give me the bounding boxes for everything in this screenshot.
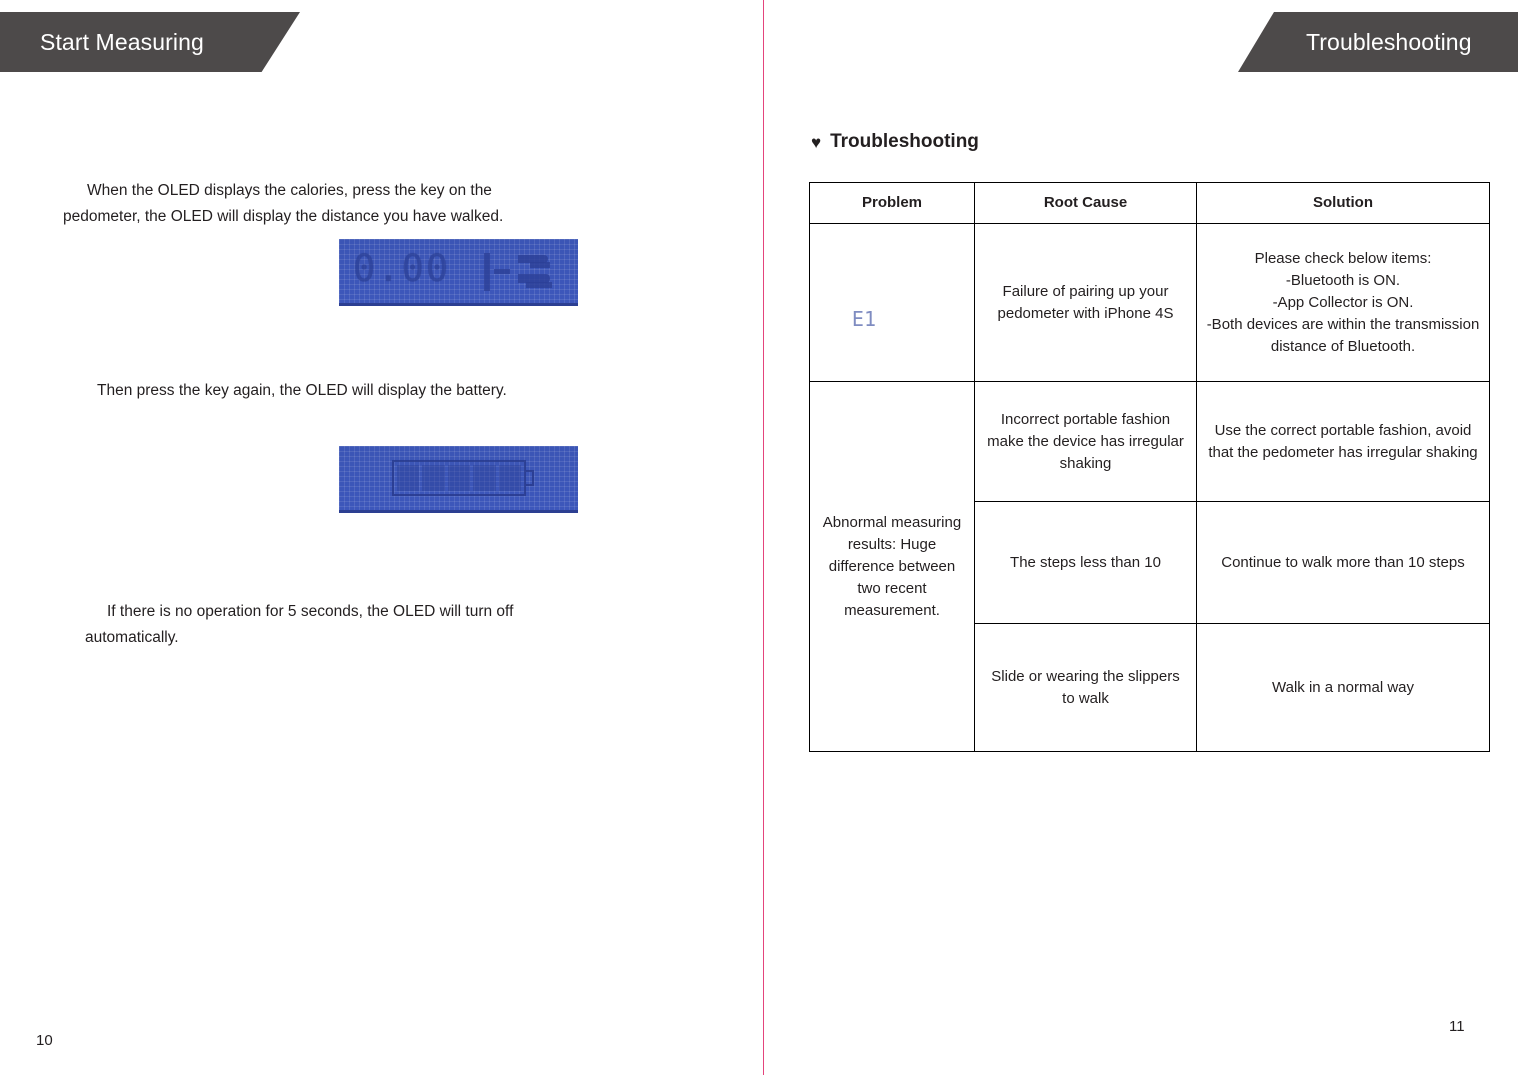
oled-distance-display: 0.00 (339, 239, 578, 306)
oled-battery-display (339, 446, 578, 513)
cell-problem-e1: E1 (809, 223, 975, 382)
page-number-left: 10 (36, 1032, 53, 1049)
troubleshooting-table: Problem Root Cause Solution E1 Failure o… (809, 182, 1490, 752)
heart-icon: ♥ (811, 132, 822, 152)
right-page-banner: Troubleshooting (1238, 12, 1518, 72)
section-heading-text: Troubleshooting (830, 131, 979, 152)
cell-cause-fashion: Incorrect portable fashion make the devi… (974, 381, 1197, 502)
manual-spread: Start Measuring When the OLED displays t… (0, 0, 1518, 1075)
right-page: Troubleshooting ♥ Troubleshooting Proble… (763, 0, 1518, 1075)
paragraph-battery-instruction: Then press the key again, the OLED will … (97, 381, 507, 399)
paragraph-auto-off: If there is no operation for 5 seconds, … (85, 602, 514, 646)
table-row: E1 Failure of pairing up your pedometer … (809, 223, 1490, 382)
column-header-problem: Problem (809, 182, 975, 224)
cell-cause-slippers: Slide or wearing the slippers to walk (974, 623, 1197, 752)
cell-cause-steps: The steps less than 10 (974, 501, 1197, 624)
section-heading-troubleshooting: ♥ Troubleshooting (811, 131, 979, 153)
cell-cause-pairing: Failure of pairing up your pedometer wit… (974, 223, 1197, 382)
paragraph-distance-instruction: When the OLED displays the calories, pre… (63, 181, 504, 225)
column-header-solution: Solution (1196, 182, 1490, 224)
left-page-banner: Start Measuring (0, 12, 300, 72)
cell-solution-steps: Continue to walk more than 10 steps (1196, 501, 1490, 624)
battery-icon (392, 460, 534, 496)
table-row: Abnormal measuring results: Huge differe… (809, 381, 1490, 752)
oled-distance-value: 0.00 (353, 247, 451, 290)
table-header-row: Problem Root Cause Solution (809, 182, 1490, 224)
cell-problem-abnormal: Abnormal measuring results: Huge differe… (809, 381, 975, 752)
left-page: Start Measuring When the OLED displays t… (0, 0, 763, 1075)
cell-solution-slippers: Walk in a normal way (1196, 623, 1490, 752)
right-banner-title: Troubleshooting (1306, 28, 1472, 55)
cell-solution-fashion: Use the correct portable fashion, avoid … (1196, 381, 1490, 502)
column-header-root-cause: Root Cause (974, 182, 1197, 224)
left-banner-title: Start Measuring (40, 28, 204, 55)
cell-solution-pairing: Please check below items: -Bluetooth is … (1196, 223, 1490, 382)
distance-shoe-icon (484, 253, 556, 291)
e1-error-code: E1 (851, 306, 876, 331)
page-number-right: 11 (1449, 1018, 1465, 1035)
